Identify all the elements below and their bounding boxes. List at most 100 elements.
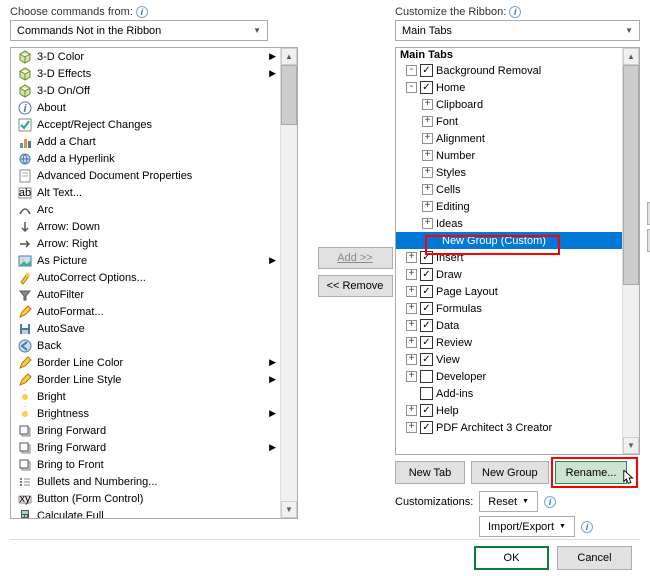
list-item[interactable]: Brightness▶ xyxy=(11,405,280,422)
checkbox[interactable] xyxy=(420,336,433,349)
list-item[interactable]: Calculate Full xyxy=(11,507,280,518)
list-item[interactable]: Add a Hyperlink xyxy=(11,150,280,167)
checkbox[interactable] xyxy=(420,268,433,281)
ok-button[interactable]: OK xyxy=(474,546,549,570)
choose-commands-combo[interactable]: Commands Not in the Ribbon▼ xyxy=(10,20,268,41)
tree-row[interactable]: +PDF Architect 3 Creator xyxy=(396,419,622,436)
remove-button[interactable]: << Remove xyxy=(318,275,393,297)
list-item[interactable]: Bullets and Numbering... xyxy=(11,473,280,490)
commands-list[interactable]: 3-D Color▶3-D Effects▶3-D On/OffiAboutAc… xyxy=(10,47,298,519)
new-tab-button[interactable]: New Tab xyxy=(395,461,465,484)
new-group-button[interactable]: New Group xyxy=(471,461,549,484)
list-item[interactable]: abAlt Text... xyxy=(11,184,280,201)
tree-row[interactable]: +Formulas xyxy=(396,300,622,317)
tree-row[interactable]: +Alignment xyxy=(396,130,622,147)
rename-button[interactable]: Rename... xyxy=(555,461,628,484)
checkbox[interactable] xyxy=(420,319,433,332)
expand-collapse-icon[interactable]: + xyxy=(406,286,417,297)
list-item[interactable]: Bring Forward xyxy=(11,422,280,439)
list-item[interactable]: xyButton (Form Control) xyxy=(11,490,280,507)
expand-collapse-icon[interactable]: + xyxy=(406,371,417,382)
scroll-thumb[interactable] xyxy=(623,65,639,285)
tree-row[interactable]: +Cells xyxy=(396,181,622,198)
checkbox[interactable] xyxy=(420,370,433,383)
cancel-button[interactable]: Cancel xyxy=(557,546,632,570)
tree-row[interactable]: +Add-ins xyxy=(396,385,622,402)
tree-row[interactable]: New Group (Custom) xyxy=(396,232,622,249)
customize-ribbon-combo[interactable]: Main Tabs▼ xyxy=(395,20,640,41)
list-item[interactable]: Bring Forward▶ xyxy=(11,439,280,456)
info-icon[interactable]: i xyxy=(509,6,521,18)
list-item[interactable]: Arrow: Down xyxy=(11,218,280,235)
tree-row[interactable]: +Draw xyxy=(396,266,622,283)
tree-row[interactable]: +Data xyxy=(396,317,622,334)
expand-collapse-icon[interactable]: + xyxy=(422,116,433,127)
expand-collapse-icon[interactable]: + xyxy=(422,184,433,195)
list-item[interactable]: AutoCorrect Options... xyxy=(11,269,280,286)
tree-row[interactable]: +Styles xyxy=(396,164,622,181)
checkbox[interactable] xyxy=(420,302,433,315)
tree-row[interactable]: -Background Removal xyxy=(396,62,622,79)
add-button[interactable]: Add >> xyxy=(318,247,393,269)
scrollbar[interactable]: ▲ ▼ xyxy=(280,48,297,518)
expand-collapse-icon[interactable]: + xyxy=(422,218,433,229)
list-item[interactable]: AutoFormat... xyxy=(11,303,280,320)
tree-row[interactable]: +Insert xyxy=(396,249,622,266)
expand-collapse-icon[interactable]: + xyxy=(406,337,417,348)
import-export-button[interactable]: Import/Export▼ xyxy=(479,516,575,537)
tree-row[interactable]: +View xyxy=(396,351,622,368)
expand-collapse-icon[interactable]: - xyxy=(406,65,417,76)
tree-row[interactable]: +Ideas xyxy=(396,215,622,232)
expand-collapse-icon[interactable]: + xyxy=(406,354,417,365)
list-item[interactable]: iAbout xyxy=(11,99,280,116)
list-item[interactable]: Bring to Front xyxy=(11,456,280,473)
scroll-down-icon[interactable]: ▼ xyxy=(281,501,297,518)
scroll-up-icon[interactable]: ▲ xyxy=(623,48,639,65)
list-item[interactable]: 3-D Color▶ xyxy=(11,48,280,65)
list-item[interactable]: Border Line Style▶ xyxy=(11,371,280,388)
list-item[interactable]: 3-D On/Off xyxy=(11,82,280,99)
scroll-down-icon[interactable]: ▼ xyxy=(623,437,639,454)
list-item[interactable]: Back xyxy=(11,337,280,354)
expand-collapse-icon[interactable]: + xyxy=(406,303,417,314)
info-icon[interactable]: i xyxy=(581,521,593,533)
expand-collapse-icon[interactable]: + xyxy=(422,133,433,144)
expand-collapse-icon[interactable]: + xyxy=(406,320,417,331)
list-item[interactable]: 3-D Effects▶ xyxy=(11,65,280,82)
list-item[interactable]: Bright xyxy=(11,388,280,405)
tree-row[interactable]: +Review xyxy=(396,334,622,351)
list-item[interactable]: As Picture▶ xyxy=(11,252,280,269)
tree-row[interactable]: +Page Layout xyxy=(396,283,622,300)
checkbox[interactable] xyxy=(420,353,433,366)
reset-button[interactable]: Reset▼ xyxy=(479,491,538,512)
expand-collapse-icon[interactable]: + xyxy=(406,422,417,433)
list-item[interactable]: Border Line Color▶ xyxy=(11,354,280,371)
checkbox[interactable] xyxy=(420,387,433,400)
checkbox[interactable] xyxy=(420,285,433,298)
checkbox[interactable] xyxy=(420,64,433,77)
tree-row[interactable]: +Help xyxy=(396,402,622,419)
list-item[interactable]: Advanced Document Properties xyxy=(11,167,280,184)
expand-collapse-icon[interactable]: - xyxy=(406,82,417,93)
info-icon[interactable]: i xyxy=(544,496,556,508)
expand-collapse-icon[interactable]: + xyxy=(406,269,417,280)
list-item[interactable]: AutoFilter xyxy=(11,286,280,303)
scroll-thumb[interactable] xyxy=(281,65,297,125)
expand-collapse-icon[interactable]: + xyxy=(422,99,433,110)
list-item[interactable]: Arc xyxy=(11,201,280,218)
tree-row[interactable]: +Font xyxy=(396,113,622,130)
expand-collapse-icon[interactable]: + xyxy=(422,201,433,212)
expand-collapse-icon[interactable]: + xyxy=(406,405,417,416)
info-icon[interactable]: i xyxy=(136,6,148,18)
scroll-up-icon[interactable]: ▲ xyxy=(281,48,297,65)
tree-row[interactable]: +Clipboard xyxy=(396,96,622,113)
tree-row[interactable]: +Number xyxy=(396,147,622,164)
expand-collapse-icon[interactable]: + xyxy=(422,150,433,161)
tree-row[interactable]: -Home xyxy=(396,79,622,96)
checkbox[interactable] xyxy=(420,81,433,94)
checkbox[interactable] xyxy=(420,421,433,434)
ribbon-tree[interactable]: Main Tabs -Background Removal-Home+Clipb… xyxy=(395,47,640,455)
list-item[interactable]: Accept/Reject Changes xyxy=(11,116,280,133)
scrollbar[interactable]: ▲ ▼ xyxy=(622,48,639,454)
tree-row[interactable]: +Editing xyxy=(396,198,622,215)
